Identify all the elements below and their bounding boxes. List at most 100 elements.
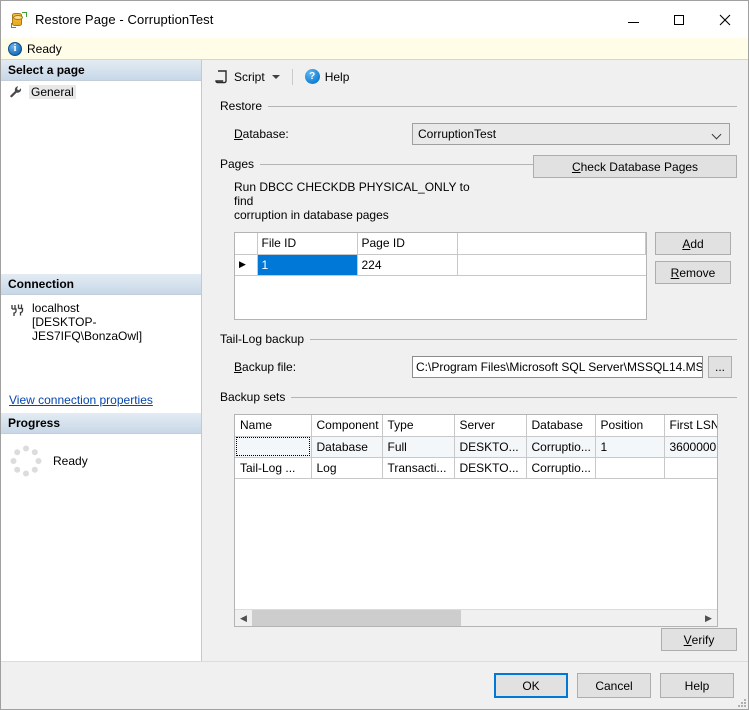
help-button[interactable]: ? Help [301,67,354,86]
page-list: General [1,81,201,274]
cell-component[interactable]: Database [311,436,382,457]
help-button-label: Help [325,70,350,84]
chevron-down-icon[interactable] [272,75,280,79]
remove-button-label: emove [679,266,715,280]
cell-position[interactable] [595,457,664,478]
scrollbar-track[interactable] [252,610,700,626]
check-button-accel: C [572,160,581,174]
cell-position[interactable]: 1 [595,436,664,457]
add-page-button[interactable]: Add [655,232,731,255]
check-database-pages-button[interactable]: Check Database Pages [533,155,737,178]
right-pane: Script ? Help Restore Databas [202,60,748,661]
table-row[interactable]: Tail-Log ... Log Transacti... DESKTO... … [235,457,717,478]
left-pane: Select a page General Connection [1,60,202,661]
chevron-right-icon[interactable]: ▶ [700,610,717,626]
cell-page-id[interactable]: 224 [357,254,457,275]
column-header-server[interactable]: Server [454,415,526,436]
progress-header: Progress [1,413,201,434]
chevron-left-icon[interactable]: ◀ [235,610,252,626]
cell-file-id[interactable]: 1 [257,254,357,275]
table-row[interactable]: Database Full DESKTO... Corruptio... 1 3… [235,436,717,457]
progress-pane: Ready [1,434,201,661]
backup-sets-table[interactable]: Name Component Type Server Database Posi… [234,414,718,627]
maximize-button[interactable] [656,1,702,38]
database-value: CorruptionTest [418,127,496,141]
backup-file-value: C:\Program Files\Microsoft SQL Server\MS… [416,360,703,374]
database-row: Database: CorruptionTest [220,123,737,145]
connection-icon [9,302,25,318]
backup-file-row: Backup file: C:\Program Files\Microsoft … [220,356,737,378]
scrollbar-thumb[interactable] [252,610,461,626]
column-header-first-lsn[interactable]: First LSN [664,415,717,436]
sidebar-item-general[interactable]: General [1,81,201,101]
connection-pane: localhost [DESKTOP-JES7IFQ\BonzaOwl] Vie… [1,295,201,413]
wrench-icon [9,85,23,99]
backup-file-input[interactable]: C:\Program Files\Microsoft SQL Server\MS… [412,356,703,378]
cell-name[interactable]: Tail-Log ... [235,457,311,478]
cell-server[interactable]: DESKTO... [454,436,526,457]
cell-first-lsn[interactable]: 3600000... [664,436,717,457]
column-header-database[interactable]: Database [526,415,595,436]
ellipsis-icon: ... [715,360,725,374]
row-indicator-icon: ▶ [235,254,257,275]
verify-button-accel: V [684,633,692,647]
column-header-component[interactable]: Component [311,415,382,436]
cell-server[interactable]: DESKTO... [454,457,526,478]
chevron-down-icon[interactable] [713,130,722,139]
pages-grid[interactable]: File ID Page ID ▶ 1 224 [234,232,647,320]
pages-description: Run DBCC CHECKDB PHYSICAL_ONLY to find c… [220,180,485,222]
remove-page-button[interactable]: Remove [655,261,731,284]
cell-database[interactable]: Corruptio... [526,436,595,457]
group-divider [310,339,737,340]
verify-button-label: erify [692,633,715,647]
table-row[interactable]: ▶ 1 224 [235,254,646,275]
cancel-button[interactable]: Cancel [577,673,651,698]
restore-group-title: Restore [220,99,262,113]
view-connection-properties-link[interactable]: View connection properties [9,393,153,407]
tail-log-group: Tail-Log backup Backup file: C:\Program … [220,330,737,378]
browse-backup-file-button[interactable]: ... [708,356,732,378]
status-bar-text: Ready [27,42,62,56]
column-header-name[interactable]: Name [235,415,311,436]
restore-group: Restore Database: CorruptionTest [220,97,737,145]
pages-grid-header-page-id[interactable]: Page ID [357,233,457,254]
column-header-type[interactable]: Type [382,415,454,436]
cell-first-lsn[interactable] [664,457,717,478]
cell-type[interactable]: Full [382,436,454,457]
verify-button[interactable]: Verify [661,628,737,651]
spinner-icon [9,444,43,478]
connection-user: [DESKTOP-JES7IFQ\BonzaOwl] [32,315,142,343]
dialog-body: Select a page General Connection [1,60,748,661]
cell-component[interactable]: Log [311,457,382,478]
column-header-position[interactable]: Position [595,415,664,436]
connection-info: localhost [DESKTOP-JES7IFQ\BonzaOwl] [32,301,193,343]
cell-type[interactable]: Transacti... [382,457,454,478]
backup-sets-header-row: Name Component Type Server Database Posi… [235,415,717,436]
backup-sets-group: Backup sets [220,388,737,627]
cell-filler [457,254,646,275]
connection-header: Connection [1,274,201,295]
minimize-button[interactable] [610,1,656,38]
pages-grid-header-filler [457,233,646,254]
horizontal-scrollbar[interactable]: ◀ ▶ [235,609,717,626]
pages-group: Pages Run DBCC CHECKDB PHYSICAL_ONLY to … [220,155,737,320]
caption-buttons [610,1,748,38]
backup-file-label-rest: ackup file: [242,360,296,374]
backup-file-label: Backup file: [234,360,412,374]
close-button[interactable] [702,1,748,38]
check-button-label: heck Database Pages [581,160,698,174]
pages-grid-header-indicator [235,233,257,254]
help-footer-button[interactable]: Help [660,673,734,698]
pages-grid-header-file-id[interactable]: File ID [257,233,357,254]
window-title: Restore Page - CorruptionTest [35,12,213,27]
cell-name[interactable] [235,436,311,457]
script-button[interactable]: Script [210,67,284,86]
tail-log-group-title: Tail-Log backup [220,332,304,346]
resize-grip-icon[interactable] [736,697,746,707]
group-divider [291,397,737,398]
ok-button[interactable]: OK [494,673,568,698]
database-combobox[interactable]: CorruptionTest [412,123,730,145]
cell-database[interactable]: Corruptio... [526,457,595,478]
pages-description-line2: corruption in database pages [234,208,389,222]
database-label-rest: atabase: [243,127,289,141]
